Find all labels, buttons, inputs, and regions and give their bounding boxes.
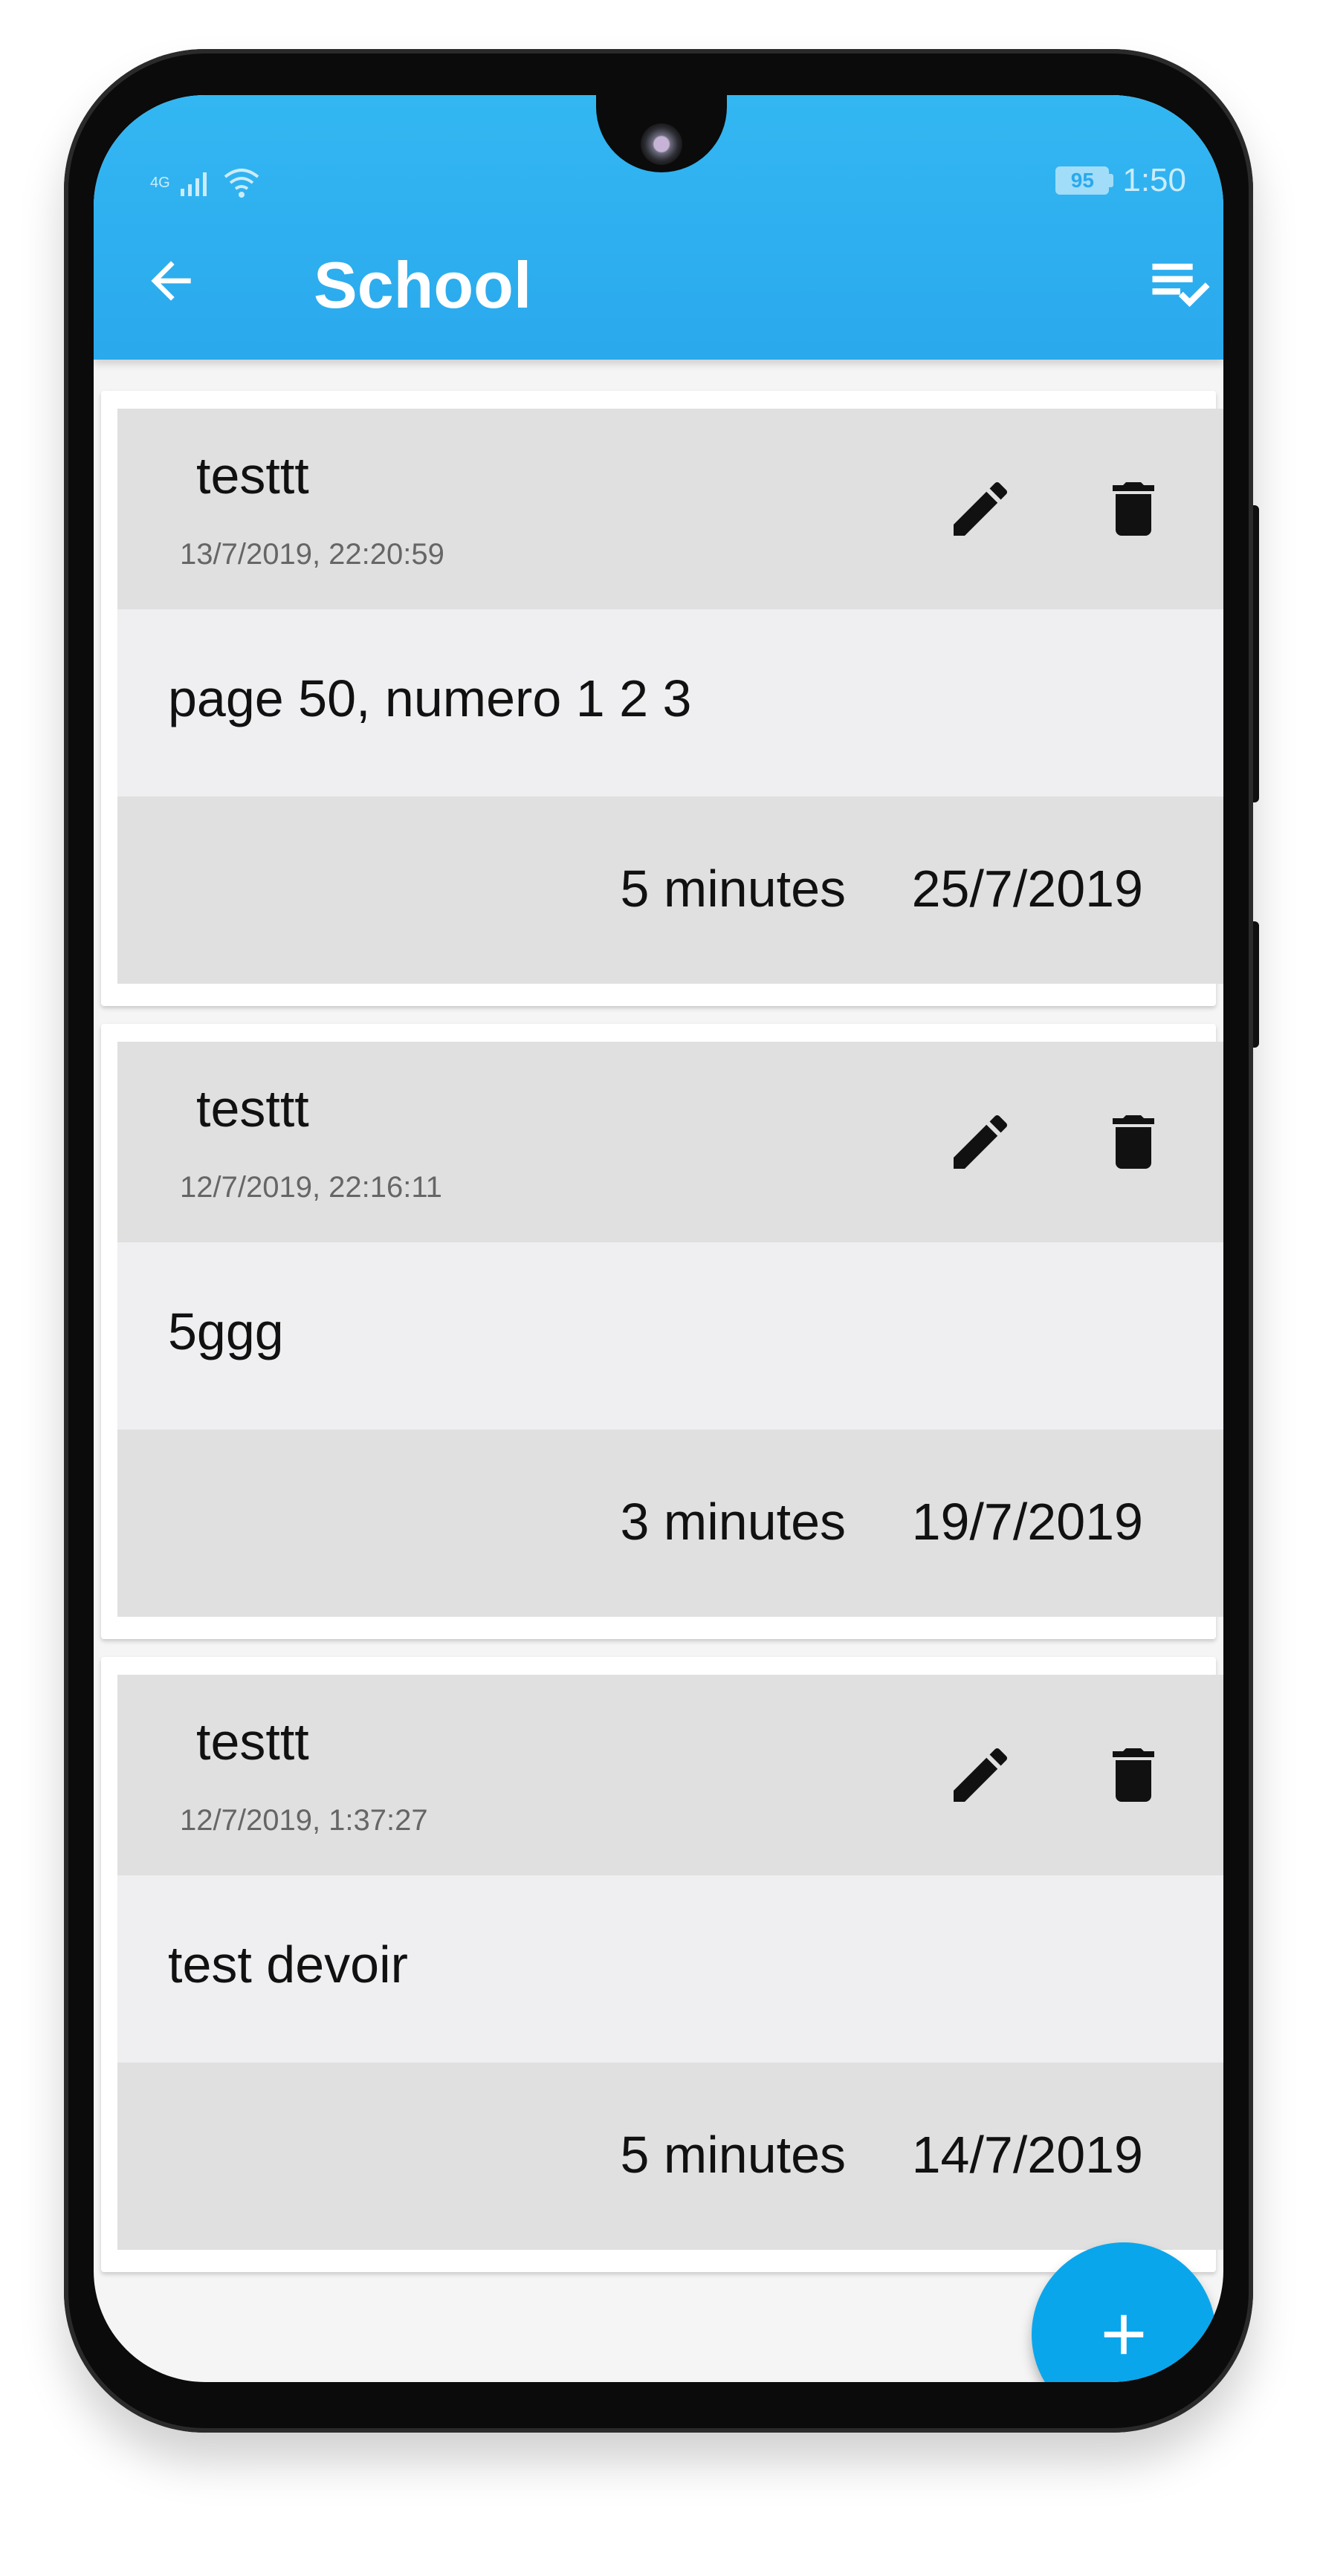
phone-screen: 4G 95 1:50 School testtt 13/7/2019, 22:2… (94, 95, 1223, 2382)
card-footer: 5 minutes 25/7/2019 (117, 797, 1223, 984)
app-bar: 4G 95 1:50 School (94, 95, 1223, 360)
signal-icon (180, 172, 207, 196)
card-due-date: 14/7/2019 (911, 2126, 1143, 2184)
trash-icon (1113, 482, 1154, 536)
arrow-left-icon (151, 261, 191, 301)
trash-icon (1113, 1115, 1154, 1169)
edit-button[interactable] (939, 1734, 1021, 1816)
card-header: testtt 13/7/2019, 22:20:59 (117, 409, 1223, 609)
app-canvas: 4G 95 1:50 School testtt 13/7/2019, 22:2… (0, 0, 1320, 2576)
delete-button[interactable] (1093, 1734, 1174, 1816)
card-title: testtt (196, 447, 309, 505)
card-duration: 5 minutes (620, 2126, 846, 2184)
pencil-icon (954, 1748, 1008, 1802)
card-body: page 50, numero 1 2 3 (117, 609, 1223, 797)
card-due-date: 19/7/2019 (911, 1493, 1143, 1551)
homework-card[interactable]: testtt 12/7/2019, 22:16:11 5ggg 3 minute… (101, 1024, 1223, 1639)
card-content: testtt 12/7/2019, 22:16:11 5ggg 3 minute… (117, 1042, 1223, 1617)
card-description: 5ggg (168, 1302, 284, 1360)
card-footer: 5 minutes 14/7/2019 (117, 2063, 1223, 2250)
card-header: testtt 12/7/2019, 1:37:27 (117, 1675, 1223, 1875)
edit-button[interactable] (939, 1101, 1021, 1183)
playlist-check-icon (1152, 263, 1210, 308)
phone-frame: 4G 95 1:50 School testtt 13/7/2019, 22:2… (64, 49, 1253, 2433)
card-title: testtt (196, 1713, 309, 1771)
trash-icon (1113, 1748, 1154, 1802)
homework-card[interactable]: testtt 13/7/2019, 22:20:59 page 50, nume… (101, 391, 1223, 1006)
back-button[interactable] (135, 245, 207, 317)
pencil-icon (954, 481, 1008, 536)
card-header: testtt 12/7/2019, 22:16:11 (117, 1042, 1223, 1242)
card-body: 5ggg (117, 1242, 1223, 1430)
card-body: test devoir (117, 1875, 1223, 2063)
homework-card[interactable]: testtt 12/7/2019, 1:37:27 test devoir 5 … (101, 1657, 1223, 2272)
card-description: test devoir (168, 1936, 408, 1993)
edit-button[interactable] (939, 468, 1021, 550)
plus-icon (1104, 2314, 1144, 2355)
delete-button[interactable] (1093, 468, 1174, 550)
battery-level: 95 (1055, 166, 1110, 195)
page-title: School (314, 248, 532, 322)
card-created-timestamp: 13/7/2019, 22:20:59 (180, 538, 444, 571)
pencil-icon (954, 1115, 1008, 1169)
status-time: 1:50 (1122, 162, 1186, 198)
mark-done-button[interactable] (1142, 247, 1219, 324)
status-bar-left: 4G (150, 166, 261, 199)
card-created-timestamp: 12/7/2019, 22:16:11 (180, 1171, 442, 1204)
card-title: testtt (196, 1080, 309, 1138)
card-duration: 5 minutes (620, 860, 846, 918)
battery-indicator: 95 (1055, 166, 1114, 195)
network-label: 4G (150, 174, 170, 191)
card-content: testtt 13/7/2019, 22:20:59 page 50, nume… (117, 409, 1223, 984)
card-created-timestamp: 12/7/2019, 1:37:27 (180, 1804, 428, 1837)
card-due-date: 25/7/2019 (911, 860, 1143, 918)
battery-tip (1109, 174, 1114, 187)
homework-list: testtt 13/7/2019, 22:20:59 page 50, nume… (101, 391, 1223, 2290)
card-content: testtt 12/7/2019, 1:37:27 test devoir 5 … (117, 1675, 1223, 2250)
card-footer: 3 minutes 19/7/2019 (117, 1430, 1223, 1617)
wifi-icon (224, 169, 259, 198)
delete-button[interactable] (1093, 1101, 1174, 1183)
front-camera (641, 123, 682, 165)
card-duration: 3 minutes (620, 1493, 846, 1551)
status-bar-right: 95 1:50 (1055, 162, 1186, 199)
card-description: page 50, numero 1 2 3 (168, 669, 692, 727)
